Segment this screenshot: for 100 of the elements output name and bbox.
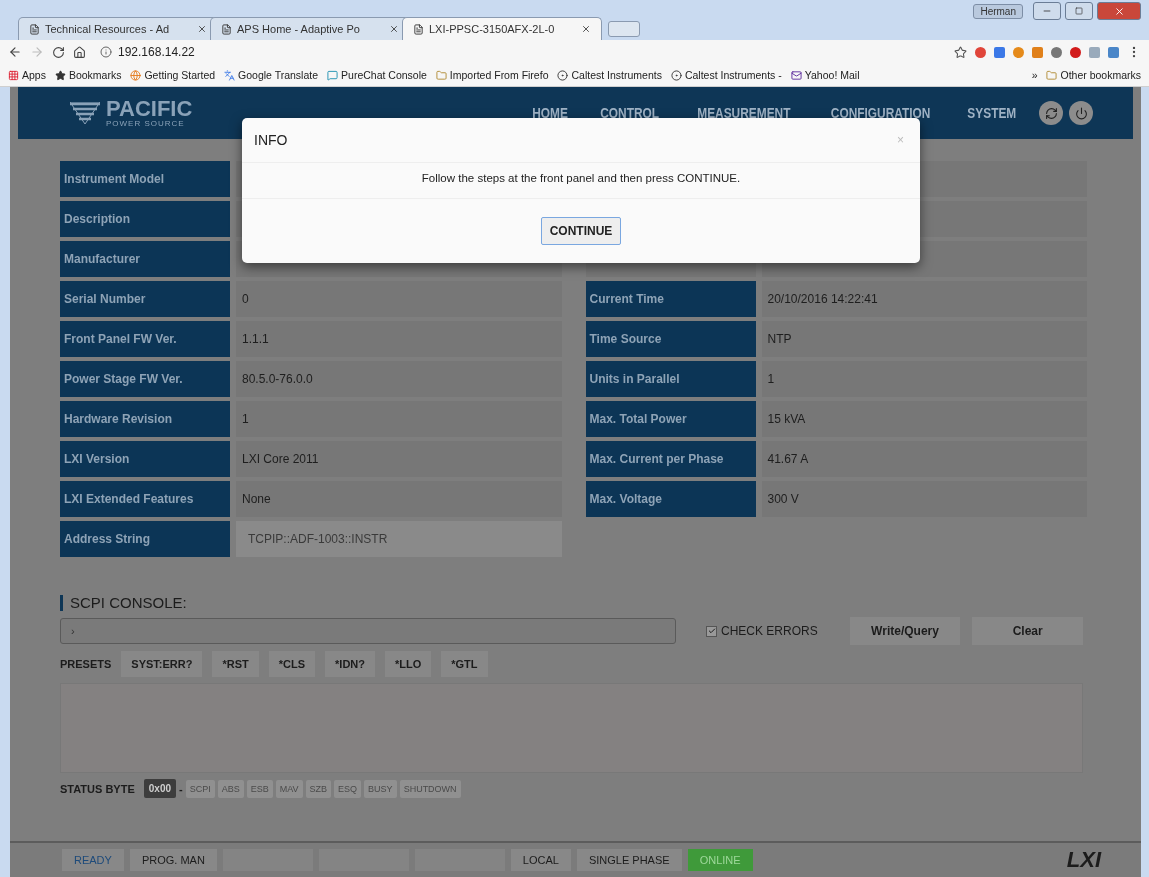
bookmark-link[interactable]: Other bookmarks xyxy=(1046,69,1141,81)
status-byte-label: STATUS BYTE xyxy=(60,782,135,795)
apps-grid-icon xyxy=(8,69,19,81)
extension-icon[interactable] xyxy=(1013,46,1024,58)
continue-button[interactable]: CONTINUE xyxy=(540,217,622,245)
separator-text: - xyxy=(179,782,183,795)
field-label: Front Panel FW Ver. xyxy=(60,321,230,357)
field-value: 80.5.0-76.0.0 xyxy=(236,361,562,397)
status-bit: ESB xyxy=(246,779,273,798)
power-button[interactable] xyxy=(1069,101,1093,125)
field-value: 1 xyxy=(236,401,562,437)
field-value: 1 xyxy=(761,361,1087,397)
field-label: Current Time xyxy=(585,281,756,317)
refresh-icon xyxy=(1044,106,1058,120)
reload-icon[interactable] xyxy=(52,45,65,59)
browser-tab[interactable]: LXI-PPSC-3150AFX-2L-0 xyxy=(402,17,602,40)
bookmark-link[interactable]: Google Translate xyxy=(224,69,319,81)
bookmark-link[interactable]: Bookmarks xyxy=(54,69,122,81)
extension-icon[interactable] xyxy=(1051,46,1062,58)
nav-link[interactable]: CONFIGURATION xyxy=(831,105,931,121)
status-byte-value: 0x00 xyxy=(143,779,176,798)
bookmark-link[interactable]: Yahoo! Mail xyxy=(790,69,860,81)
back-icon[interactable] xyxy=(8,45,22,59)
dialog-title: INFO xyxy=(254,132,288,148)
home-icon[interactable] xyxy=(73,45,86,59)
console-button[interactable]: Clear xyxy=(972,617,1083,645)
preset-button[interactable]: *IDN? xyxy=(325,651,375,677)
extension-icon[interactable] xyxy=(994,46,1005,58)
page-icon xyxy=(413,23,424,35)
maximize-button[interactable] xyxy=(1065,2,1093,20)
close-tab-icon[interactable] xyxy=(197,24,207,34)
new-tab-button[interactable] xyxy=(608,21,640,37)
field-label: Hardware Revision xyxy=(60,401,230,437)
field-label: LXI Version xyxy=(60,441,230,477)
page-icon xyxy=(221,23,232,35)
extension-icon[interactable] xyxy=(975,46,986,58)
preset-button[interactable]: *LLO xyxy=(385,651,432,677)
maximize-icon xyxy=(1075,7,1083,15)
status-indicator: PROG. MAN xyxy=(129,849,217,871)
status-bit: SHUTDOWN xyxy=(399,779,461,798)
preset-button[interactable]: *GTL xyxy=(441,651,488,677)
bookmark-link[interactable]: PureChat Console xyxy=(327,69,427,81)
console-button[interactable]: Write/Query xyxy=(849,617,961,645)
field-value: 1.1.1 xyxy=(236,321,562,357)
extension-icon[interactable] xyxy=(1070,46,1081,58)
presets-label: PRESETS xyxy=(60,658,112,670)
field-label: Time Source xyxy=(585,321,756,357)
bookmark-link[interactable]: Getting Started xyxy=(130,69,216,81)
status-bit: MAV xyxy=(275,779,303,798)
preset-button[interactable]: SYST:ERR? xyxy=(121,651,203,677)
more-bookmarks-button[interactable]: » xyxy=(1031,69,1038,81)
nav-link[interactable]: CONTROL xyxy=(600,105,660,121)
status-indicator: LOCAL xyxy=(510,849,571,871)
field-value: NTP xyxy=(761,321,1087,357)
nav-link[interactable]: MEASUREMENT xyxy=(696,105,790,121)
close-button[interactable] xyxy=(1097,2,1141,20)
bookmark-link[interactable]: Caltest Instruments - xyxy=(670,69,782,81)
folder-icon xyxy=(435,69,447,81)
circle-badge-icon xyxy=(670,69,682,81)
bookmark-star-icon[interactable] xyxy=(954,45,967,59)
status-indicator: READY xyxy=(62,849,124,871)
field-value: 300 V xyxy=(761,481,1087,517)
field-value: 15 kVA xyxy=(761,401,1087,437)
bookmark-link[interactable]: Apps xyxy=(8,69,46,81)
extension-icon[interactable] xyxy=(1089,46,1100,58)
status-bit: ABS xyxy=(217,779,244,798)
preset-button[interactable]: *RST xyxy=(212,651,259,677)
bookmark-link[interactable]: Imported From Firefo xyxy=(435,69,549,81)
page-icon xyxy=(29,23,40,35)
field-value: 0 xyxy=(236,281,562,317)
company-logo: PACIFIC POWER SOURCE xyxy=(70,98,193,128)
chat-icon xyxy=(327,69,339,81)
field-label: Max. Voltage xyxy=(585,481,756,517)
field-label: Max. Current per Phase xyxy=(585,441,756,477)
field-value: LXI Core 2011 xyxy=(236,441,562,477)
field-label: Max. Total Power xyxy=(585,401,756,437)
close-icon xyxy=(1113,5,1125,17)
field-label: Address String xyxy=(60,521,230,557)
nav-link[interactable]: HOME xyxy=(532,105,569,121)
circle-badge-icon xyxy=(557,69,569,81)
translate-icon xyxy=(224,69,236,81)
extension-icon[interactable] xyxy=(1108,46,1119,58)
status-bit: ESQ xyxy=(334,779,362,798)
profile-button[interactable]: Herman xyxy=(973,3,1023,19)
field-value: 41.67 A xyxy=(761,441,1087,477)
preset-button[interactable]: *CLS xyxy=(268,651,316,677)
close-tab-icon[interactable] xyxy=(581,24,591,34)
field-label: Units in Parallel xyxy=(585,361,756,397)
info-icon xyxy=(100,46,112,58)
field-label: LXI Extended Features xyxy=(60,481,230,517)
extension-icon[interactable] xyxy=(1032,46,1043,58)
status-bit: SZB xyxy=(305,779,332,798)
close-tab-icon[interactable] xyxy=(389,24,399,34)
bookmark-link[interactable]: Caltest Instruments xyxy=(557,69,662,81)
refresh-button[interactable] xyxy=(1039,101,1063,125)
checkbox[interactable] xyxy=(706,625,717,637)
field-label: Description xyxy=(60,201,230,237)
minimize-button[interactable] xyxy=(1033,2,1061,20)
nav-link[interactable]: SYSTEM xyxy=(967,105,1017,121)
lxi-logo: LXI xyxy=(1066,847,1101,873)
